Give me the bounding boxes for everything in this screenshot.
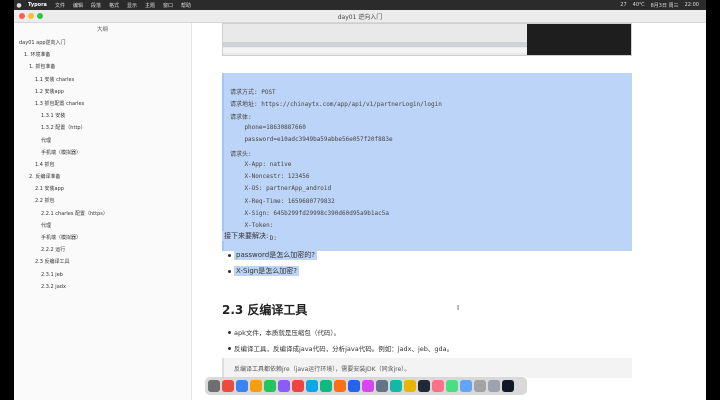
screenshot-urlbar [223,48,529,53]
code-block[interactable]: 请求方式: POST 请求地址: https://chinaytx.com/app… [222,73,632,251]
editor[interactable]: 请求方式: POST 请求地址: https://chinaytx.com/app… [192,23,706,400]
outline-item[interactable]: 1. 抓包准备 [14,61,191,73]
code-line: password=e10adc3949ba59abbe56e057f20f883… [230,136,393,144]
para-apk: apk文件，本质就是压缩包（代码）。 [234,329,341,337]
window-titlebar: day01 逆向入门 [14,10,706,23]
bullet-dot [228,270,231,273]
outline-item[interactable]: 1.2 安装app [14,86,191,98]
code-line: 请求头: [230,150,252,158]
dock-app-icon[interactable] [446,380,458,392]
outline-item[interactable]: 2.3.2 jadx [14,281,191,293]
dock-app-icon[interactable] [418,380,430,392]
code-line: X-Noncestr: 123456 [230,173,310,181]
status-temp: 40℃ [632,1,645,8]
status-area: 27 40℃ 8月3日 周三 22:00 [617,2,706,9]
bullet-dot [228,331,231,334]
next-steps-label: 接下来要解决: [222,231,271,241]
bullet-password: password是怎么加密的? [234,250,317,260]
menubar: ● Typora 文件 编辑 段落 格式 显示 主题 窗口 帮助 27 40℃ … [14,0,706,10]
dock-app-icon[interactable] [250,380,262,392]
dock-app-icon[interactable] [390,380,402,392]
window-title: day01 逆向入门 [337,14,383,21]
outline-item[interactable]: 1.3.2 配置（http） [14,122,191,134]
bullet-dot [228,254,231,257]
outline-item[interactable]: 2.2 抓包 [14,195,191,207]
dock-app-icon[interactable] [236,380,248,392]
dock-app-icon[interactable] [278,380,290,392]
outline-list: day01 app逆向入门 1. 环境准备 1. 抓包准备 1.1 安装 charle… [14,37,191,293]
dock-app-icon[interactable] [474,380,486,392]
dock-app-icon[interactable] [320,380,332,392]
dock-app-icon[interactable] [460,380,472,392]
dock-app-icon[interactable] [264,380,276,392]
outline-item[interactable]: 2. 反编译准备 [14,171,191,183]
menu-help[interactable]: 帮助 [177,2,195,9]
menu-paragraph[interactable]: 段落 [87,2,105,9]
code-line: 请求地址: https://chinaytx.com/app/api/v1/pa… [230,101,442,109]
status-date[interactable]: 8月3日 周三 [648,2,682,9]
dock-app-icon[interactable] [306,380,318,392]
code-line: X-Req-Time: 1659680779832 [230,197,335,205]
menu-edit[interactable]: 编辑 [69,2,87,9]
dock-app-icon[interactable] [502,380,514,392]
menu-file[interactable]: 文件 [51,2,69,9]
code-line: X-App: native [230,160,292,168]
menu-view[interactable]: 显示 [123,2,141,9]
dock-app-icon[interactable] [334,380,346,392]
bullet-dot [228,347,231,350]
screenshot-dark-panel [527,24,631,55]
code-line: 请求体: [230,113,252,121]
menu-theme[interactable]: 主题 [141,2,159,9]
dock-app-icon[interactable] [488,380,500,392]
dock-app-icon[interactable] [376,380,388,392]
dock-app-icon[interactable] [208,380,220,392]
outline-item[interactable]: 1.3.1 安装 [14,110,191,122]
quote-text: 反编译工具都依赖jre（java运行环境），需要安装JDK（同含jre）。 [234,366,411,373]
para-decompile: 反编译工具，反编译成java代码，分析java代码。例如：jadx、jeb、gd… [234,345,454,353]
screen: ● Typora 文件 编辑 段落 格式 显示 主题 窗口 帮助 27 40℃ … [14,0,706,400]
dock-app-icon[interactable] [348,380,360,392]
dock-app-icon[interactable] [404,380,416,392]
status-time[interactable]: 22:00 [682,2,702,9]
outline-item[interactable]: 2.3 反编译工具 [14,256,191,268]
menu-app-name[interactable]: Typora [24,2,51,8]
outline-item[interactable]: 2.2.1 charles 配置（https） [14,208,191,220]
outline-header: 大纲 [96,27,108,33]
outline-item[interactable]: 代理 [14,220,191,232]
code-line: phone=18630887660 [230,123,306,131]
code-line: 请求方式: POST [230,89,276,96]
outline-item[interactable]: 1.4 抓包 [14,159,191,171]
menu-format[interactable]: 格式 [105,2,123,9]
dock-app-icon[interactable] [432,380,444,392]
outline-item[interactable]: 1.1 安装 charles [14,74,191,86]
outline-item[interactable]: 1. 环境准备 [14,49,191,61]
outline-item[interactable]: 手机端（模拟器） [14,232,191,244]
section-heading: 2.3 反编译工具 [222,303,308,317]
outline-item[interactable]: 代理 [14,135,191,147]
code-line: X-OS: partnerApp_android [230,185,332,193]
dock-app-icon[interactable] [362,380,374,392]
code-line: X-Sign: 645b299fd29998c390d60d95a9b1ac5a [230,210,389,217]
status-badge-count[interactable]: 27 [617,2,629,9]
dock-app-icon[interactable] [222,380,234,392]
outline-sidebar: 大纲 day01 app逆向入门 1. 环境准备 1. 抓包准备 1.1 安装 cha… [14,23,192,400]
outline-item[interactable]: day01 app逆向入门 [14,37,191,49]
bullet-xsign: X-Sign是怎么加密? [234,266,299,276]
blockquote: 反编译工具都依赖jre（java运行环境），需要安装JDK（同含jre）。 [222,358,632,378]
outline-item[interactable]: 2.2.2 运行 [14,244,191,256]
screenshot-toolbar [223,42,529,47]
embedded-screenshot [222,23,632,56]
outline-item[interactable]: 手机端（模拟器） [14,147,191,159]
outline-item[interactable]: 2.1 安装app [14,183,191,195]
menu-window[interactable]: 窗口 [159,2,177,9]
outline-item[interactable]: 1.3 抓包配置 charles [14,98,191,110]
dock [205,377,527,395]
outline-item[interactable]: 2.3.1 jeb [14,269,191,281]
text-cursor-icon: I [457,304,460,312]
apple-icon[interactable]: ● [14,2,24,9]
dock-app-icon[interactable] [292,380,304,392]
code-line: X-Token: [230,222,274,230]
